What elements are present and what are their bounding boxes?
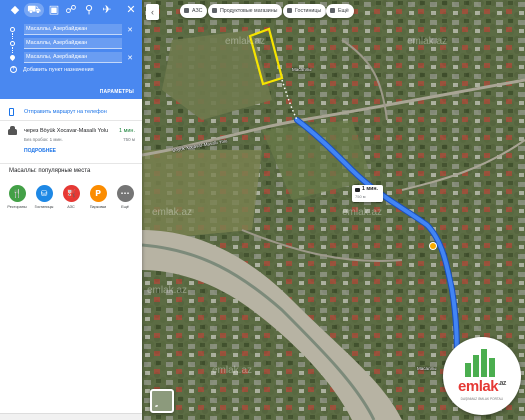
popular-places-title: Масаллы: популярные места [9, 168, 91, 174]
destination-row: Масаллы, Азербайджан [8, 52, 125, 64]
chip-more[interactable]: Ещё [326, 4, 354, 18]
place-hotels[interactable]: ⛁ Гостиницы [33, 185, 55, 209]
place-label: Гостиницы [34, 205, 54, 209]
watermark: emlak.az [407, 36, 448, 47]
chip-label: Ещё [338, 8, 349, 14]
add-destination-label: Добавить пункт назначения [23, 66, 94, 73]
route-option[interactable]: через Böyük Xocavar-Masallı Yolu 1 мин. … [0, 124, 142, 164]
origin-dot-icon [10, 27, 15, 32]
route-time-bubble[interactable]: 1 мин. 750 м [352, 185, 383, 202]
remove-origin-icon[interactable]: ✕ [126, 26, 134, 34]
chip-grocery[interactable]: Продуктовые магазины [208, 4, 283, 18]
watermark: emlak.az [225, 36, 266, 47]
watermark: emlak.az [342, 207, 383, 218]
directions-panel: ◆ ⛟ ▣ ☍ ⚲ ✈ ✕ Масаллы, Азербайджан ✕ Мас… [0, 0, 142, 420]
destination-pin-icon [8, 53, 17, 62]
flight-mode-icon[interactable]: ✈ [100, 3, 114, 17]
car-icon [8, 126, 17, 135]
add-destination-button[interactable]: + Добавить пункт назначения [10, 66, 94, 73]
place-label: Парковки [89, 205, 107, 209]
travel-mode-bar: ◆ ⛟ ▣ ☍ ⚲ ✈ ✕ [0, 3, 142, 19]
waypoint-row: Масаллы, Азербайджан [10, 38, 125, 50]
hotel-icon [287, 7, 292, 13]
gas-station-icon [184, 7, 189, 13]
bike-mode-icon[interactable]: ⚲ [82, 3, 96, 17]
parking-icon: P [89, 185, 107, 202]
chip-label: АЗС [192, 8, 203, 14]
popular-places: 🍴 Рестораны ⛁ Гостиницы ⛽ АЗС P Парковки… [6, 185, 138, 215]
phone-icon [9, 108, 14, 116]
route-distance: 750 м [123, 137, 135, 142]
place-parking[interactable]: P Парковки [87, 185, 109, 209]
collapse-panel-button[interactable]: ‹ [146, 4, 159, 20]
panel-footer [0, 413, 142, 420]
close-icon[interactable]: ✕ [124, 3, 138, 17]
chip-hotels[interactable]: Гостиницы [283, 4, 327, 18]
waypoint-input[interactable]: Масаллы, Азербайджан [24, 38, 122, 49]
route-traffic: Без пробок: 1 мин. [24, 137, 63, 142]
plus-icon: + [10, 66, 17, 73]
chip-gas[interactable]: АЗС [180, 4, 208, 18]
route-via: через Böyük Xocavar-Masallı Yolu [24, 128, 109, 134]
place-pin-icon[interactable] [430, 243, 436, 249]
place-restaurants[interactable]: 🍴 Рестораны [6, 185, 28, 209]
logo-tagline: DAŞINMAZ ƏMLAK PORTALI [460, 397, 504, 401]
hotel-icon: ⛁ [35, 185, 53, 202]
place-label: АЗС [67, 205, 75, 209]
map-label-masally: Масаллы [292, 67, 312, 72]
more-icon: ··· [116, 185, 134, 202]
send-to-phone-label: Отправить маршрут на телефон [24, 109, 107, 115]
chip-label: Продуктовые магазины [220, 8, 278, 14]
remove-destination-icon[interactable]: ✕ [126, 54, 134, 62]
cart-icon [212, 7, 217, 13]
route-time: 1 мин. [118, 128, 135, 134]
car-icon [355, 188, 360, 192]
place-gas-stations[interactable]: ⛽ АЗС [60, 185, 82, 209]
origin-input[interactable]: Масаллы, Азербайджан [24, 24, 122, 35]
waypoint-dot-icon [10, 41, 15, 46]
origin-row: Масаллы, Азербайджан [10, 24, 125, 36]
place-label: Рестораны [7, 205, 27, 209]
gas-station-icon: ⛽ [62, 185, 80, 202]
bubble-distance: 750 м [355, 194, 366, 199]
layers-button[interactable]: ▰ [150, 389, 174, 413]
place-label: Ещё [121, 205, 129, 209]
watermark: emlak.az [212, 365, 253, 376]
walk-mode-icon[interactable]: ☍ [64, 3, 78, 17]
search-icon [330, 7, 335, 13]
directions-header: ◆ ⛟ ▣ ☍ ⚲ ✈ ✕ Масаллы, Азербайджан ✕ Мас… [0, 0, 142, 99]
send-to-phone-row[interactable]: Отправить маршрут на телефон [0, 107, 142, 121]
options-button[interactable]: ПАРАМЕТРЫ [100, 89, 134, 95]
place-more[interactable]: ··· Ещё [114, 185, 136, 209]
car-mode-icon[interactable]: ⛟ [24, 3, 44, 17]
bubble-time: 1 мин. [362, 186, 378, 192]
destination-input[interactable]: Масаллы, Азербайджан [24, 52, 122, 63]
transit-mode-icon[interactable]: ▣ [47, 3, 61, 17]
building-bars-icon [463, 349, 501, 377]
watermark: emlak.az [147, 285, 188, 296]
watermark: emlak.az [152, 207, 193, 218]
logo-text: emlak.az [458, 378, 506, 395]
directions-icon[interactable]: ◆ [8, 3, 22, 17]
restaurant-icon: 🍴 [8, 185, 26, 202]
emlak-logo: emlak.az DAŞINMAZ ƏMLAK PORTALI [443, 337, 521, 415]
layers-icon: ▰ [155, 403, 159, 408]
map-label-masally-2: Масаллы [417, 366, 437, 371]
chip-label: Гостиницы [295, 8, 322, 14]
route-details-link[interactable]: ПОДРОБНЕЕ [24, 148, 56, 154]
